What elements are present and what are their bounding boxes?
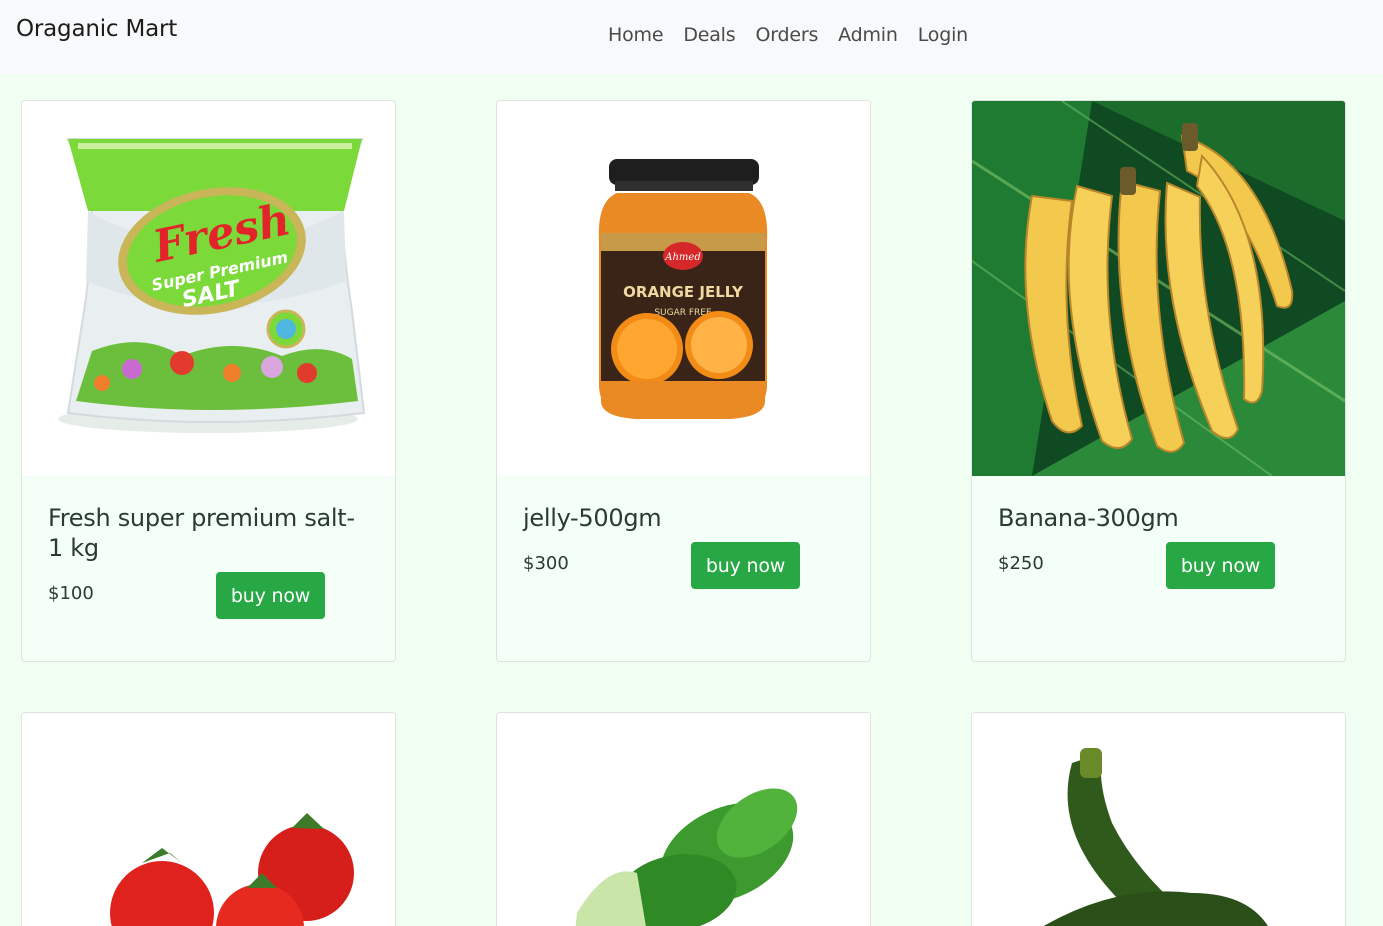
nav-link-deals[interactable]: Deals [673,24,745,46]
buy-now-button[interactable]: buy now [1166,542,1275,589]
product-card-spinach [496,712,871,926]
jelly-brand-text: Ahmed [664,252,700,263]
jelly-name-text: ORANGE JELLY [623,283,744,301]
spinach-image [497,713,870,926]
product-card-tomatoes [21,712,396,926]
buy-now-button[interactable]: buy now [691,542,800,589]
orange-jelly-jar-image: Ahmed ORANGE JELLY SUGAR FREE [497,101,870,476]
navbar: Oraganic Mart Home Deals Orders Admin Lo… [0,0,1383,74]
product-price: $100 [48,583,94,604]
zucchini-image [972,713,1345,926]
buy-now-button[interactable]: buy now [216,572,325,619]
product-card-banana: Banana-300gm $250 buy now [971,100,1346,662]
product-price: $300 [523,553,569,574]
product-title: Banana-300gm [998,504,1179,532]
nav-link-home[interactable]: Home [598,24,673,46]
product-card-salt: Fresh Super Premium SALT Fresh super pre… [21,100,396,662]
product-title: jelly-500gm [523,504,662,532]
banana-bunch-image [972,101,1345,476]
tomatoes-image [22,713,395,926]
product-price: $250 [998,553,1044,574]
nav-link-admin[interactable]: Admin [828,24,908,46]
product-card-zucchini [971,712,1346,926]
product-title: Fresh super premium salt-1 kg [48,504,355,562]
salt-packet-image: Fresh Super Premium SALT [22,101,395,476]
nav-link-login[interactable]: Login [908,24,978,46]
nav-links: Home Deals Orders Admin Login [598,24,978,46]
product-card-jelly: Ahmed ORANGE JELLY SUGAR FREE jelly-500g… [496,100,871,662]
brand-logo-text[interactable]: Oraganic Mart [16,16,177,42]
nav-link-orders[interactable]: Orders [745,24,828,46]
